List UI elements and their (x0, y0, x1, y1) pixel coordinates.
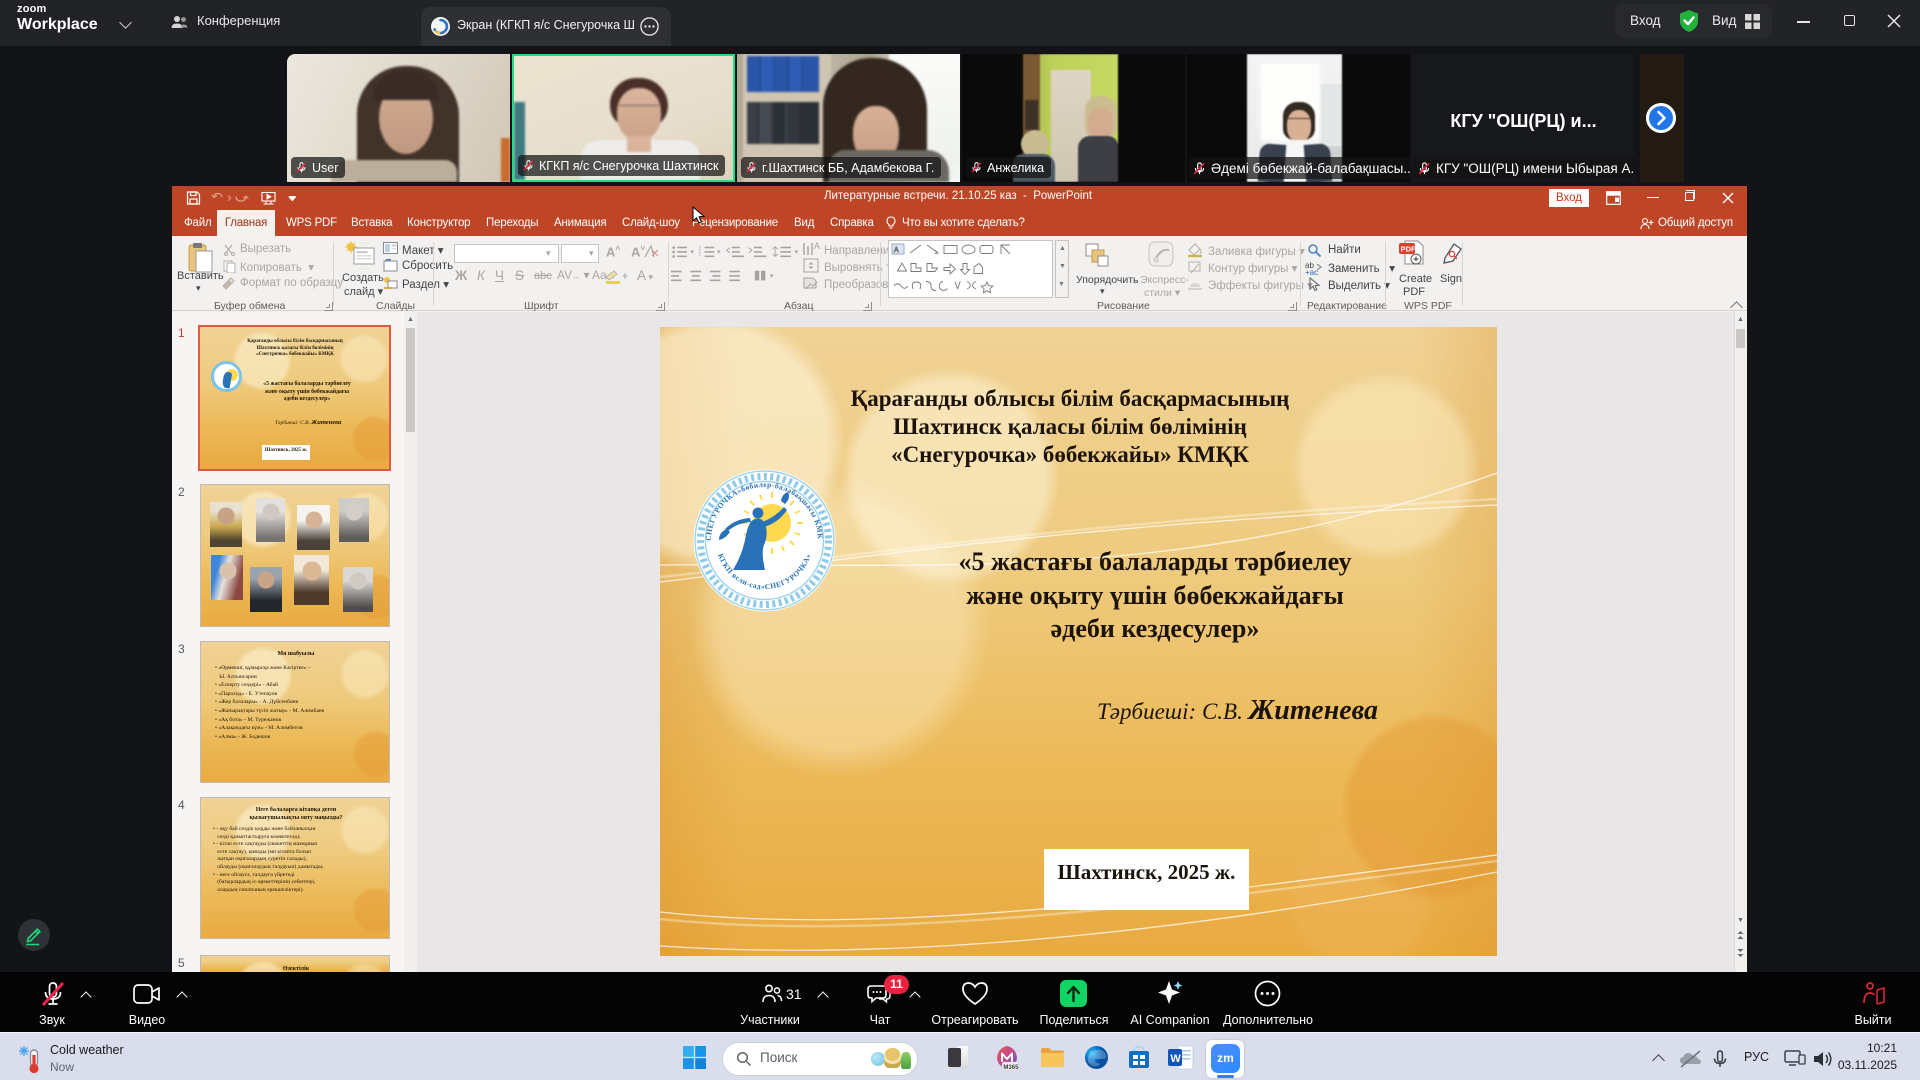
svg-text:A: A (894, 247, 899, 254)
svg-text:A: A (814, 241, 820, 251)
svg-text:+ac: +ac (1305, 268, 1318, 275)
svg-text:2: 2 (698, 252, 701, 258)
svg-text:▾: ▾ (795, 249, 799, 256)
svg-text:▾: ▾ (690, 249, 694, 256)
svg-text:W: W (1170, 1053, 1181, 1065)
svg-text:PDF: PDF (1401, 245, 1416, 254)
svg-text:M365: M365 (1003, 1065, 1019, 1071)
svg-text:▾: ▾ (717, 249, 721, 256)
svg-text:▾: ▾ (770, 273, 774, 280)
